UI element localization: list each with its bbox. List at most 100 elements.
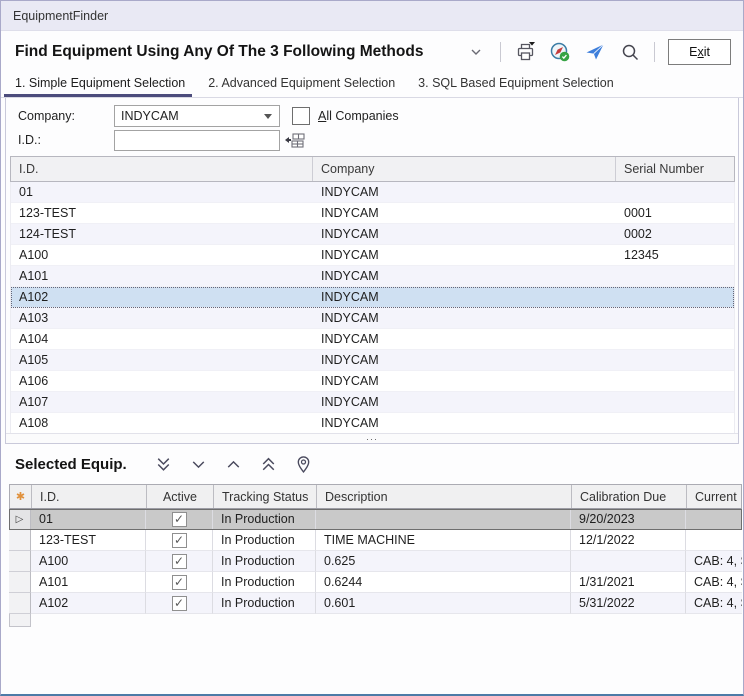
cell-id: A101 — [31, 572, 146, 593]
equipment-row[interactable]: A108 INDYCAM — [11, 413, 734, 433]
column-header-serial-number[interactable]: Serial Number — [616, 157, 734, 181]
move-down-icon[interactable] — [188, 454, 208, 474]
equipment-row[interactable]: A101 INDYCAM — [11, 266, 734, 287]
window-title: EquipmentFinder — [13, 9, 108, 23]
cell-serial — [616, 308, 734, 328]
row-selector[interactable] — [9, 593, 31, 614]
selected-grid-body: ▷ 01 ✓ In Production 9/20/2023 123-TEST … — [9, 509, 742, 614]
cell-company: INDYCAM — [313, 245, 616, 265]
cell-id: A102 — [11, 287, 313, 307]
column-header-tracking-status[interactable]: Tracking Status — [214, 485, 317, 508]
active-checkbox[interactable]: ✓ — [172, 575, 187, 590]
new-row-selector-stub — [9, 614, 31, 627]
splitter-handle[interactable]: ··· — [6, 433, 738, 443]
send-icon[interactable] — [584, 41, 606, 63]
toolbar-separator — [500, 42, 501, 62]
selected-equipment-row[interactable]: ▷ 01 ✓ In Production 9/20/2023 — [9, 509, 742, 530]
selected-equipment-row[interactable]: 123-TEST ✓ In Production TIME MACHINE 12… — [9, 530, 742, 551]
cell-company: INDYCAM — [313, 371, 616, 391]
tab-simple-equipment-selection[interactable]: 1. Simple Equipment Selection — [15, 73, 185, 97]
equipment-row[interactable]: A106 INDYCAM — [11, 371, 734, 392]
cell-calibration-due: 1/31/2021 — [571, 572, 686, 593]
selected-equipment-row[interactable]: A101 ✓ In Production 0.6244 1/31/2021 CA… — [9, 572, 742, 593]
cell-description: 0.6244 — [316, 572, 571, 593]
equipment-row[interactable]: A102 INDYCAM — [11, 287, 734, 308]
selected-equipment-row[interactable]: A100 ✓ In Production 0.625 CAB: 4, SH — [9, 551, 742, 572]
selected-equip-title: Selected Equip. — [15, 456, 147, 473]
cell-active: ✓ — [146, 593, 213, 614]
exit-button[interactable]: Exit — [668, 39, 731, 65]
all-companies-checkbox[interactable] — [292, 107, 310, 125]
selected-equipment-row[interactable]: A102 ✓ In Production 0.601 5/31/2022 CAB… — [9, 593, 742, 614]
cell-id: A102 — [31, 593, 146, 614]
form-header: Find Equipment Using Any Of The 3 Follow… — [1, 31, 743, 73]
id-lookup-icon[interactable] — [284, 132, 306, 149]
equipmentfinder-window: EquipmentFinder Find Equipment Using Any… — [0, 0, 744, 696]
column-header-id[interactable]: I.D. — [11, 157, 313, 181]
cell-id: A107 — [11, 392, 313, 412]
move-all-up-icon[interactable] — [258, 454, 278, 474]
id-label: I.D.: — [18, 133, 114, 147]
cell-serial — [616, 287, 734, 307]
equipment-row[interactable]: 01 INDYCAM — [11, 182, 734, 203]
column-header-id[interactable]: I.D. — [32, 485, 147, 508]
cell-serial — [616, 392, 734, 412]
equipment-row[interactable]: A107 INDYCAM — [11, 392, 734, 413]
column-header-description[interactable]: Description — [317, 485, 572, 508]
active-checkbox[interactable]: ✓ — [172, 554, 187, 569]
cell-id: 124-TEST — [11, 224, 313, 244]
chevron-down-icon[interactable] — [465, 41, 487, 63]
cell-description — [316, 509, 571, 530]
column-header-company[interactable]: Company — [313, 157, 616, 181]
equipment-row[interactable]: A100 INDYCAM 12345 — [11, 245, 734, 266]
column-header-current-location[interactable]: Current L — [687, 485, 741, 508]
cell-current-location — [686, 530, 742, 551]
equipment-row[interactable]: A103 INDYCAM — [11, 308, 734, 329]
cell-calibration-due: 9/20/2023 — [571, 509, 686, 530]
id-input[interactable] — [114, 130, 280, 151]
equipment-row[interactable]: A105 INDYCAM — [11, 350, 734, 371]
row-selector[interactable]: ▷ — [9, 509, 31, 530]
cell-id: A106 — [11, 371, 313, 391]
cell-description: TIME MACHINE — [316, 530, 571, 551]
row-selector[interactable] — [9, 551, 31, 572]
location-pin-icon[interactable] — [293, 454, 313, 474]
equipment-row[interactable]: A104 INDYCAM — [11, 329, 734, 350]
cell-tracking-status: In Production — [213, 572, 316, 593]
all-companies-label: All Companies — [318, 109, 399, 123]
print-icon[interactable] — [514, 41, 536, 63]
cell-id: A100 — [31, 551, 146, 572]
tab-advanced-equipment-selection[interactable]: 2. Advanced Equipment Selection — [208, 73, 395, 97]
cell-company: INDYCAM — [313, 224, 616, 244]
cell-company: INDYCAM — [313, 182, 616, 202]
company-value: INDYCAM — [121, 109, 264, 123]
cell-id: A101 — [11, 266, 313, 286]
equipment-row[interactable]: 124-TEST INDYCAM 0002 — [11, 224, 734, 245]
cell-current-location: CAB: 4, SH — [686, 572, 742, 593]
active-checkbox[interactable]: ✓ — [172, 512, 187, 527]
cell-id: A103 — [11, 308, 313, 328]
row-selector[interactable] — [9, 530, 31, 551]
browse-verified-icon[interactable] — [549, 41, 571, 63]
column-header-calibration-due[interactable]: Calibration Due — [572, 485, 687, 508]
cell-calibration-due: 5/31/2022 — [571, 593, 686, 614]
move-up-icon[interactable] — [223, 454, 243, 474]
empty-area — [1, 627, 743, 694]
company-dropdown[interactable]: INDYCAM — [114, 105, 280, 127]
tab-sql-equipment-selection[interactable]: 3. SQL Based Equipment Selection — [418, 73, 614, 97]
search-icon[interactable] — [619, 41, 641, 63]
cell-active: ✓ — [146, 509, 213, 530]
cell-serial: 12345 — [616, 245, 734, 265]
cell-company: INDYCAM — [313, 266, 616, 286]
cell-tracking-status: In Production — [213, 551, 316, 572]
active-checkbox[interactable]: ✓ — [172, 596, 187, 611]
active-checkbox[interactable]: ✓ — [172, 533, 187, 548]
equipment-row[interactable]: 123-TEST INDYCAM 0001 — [11, 203, 734, 224]
move-all-down-icon[interactable] — [153, 454, 173, 474]
cell-serial — [616, 413, 734, 433]
column-header-active[interactable]: Active — [147, 485, 214, 508]
equipment-table: I.D. Company Serial Number 01 INDYCAM 12… — [10, 156, 735, 433]
selected-equip-section: Selected Equip. — [1, 444, 743, 484]
row-selector[interactable] — [9, 572, 31, 593]
cell-serial: 0002 — [616, 224, 734, 244]
